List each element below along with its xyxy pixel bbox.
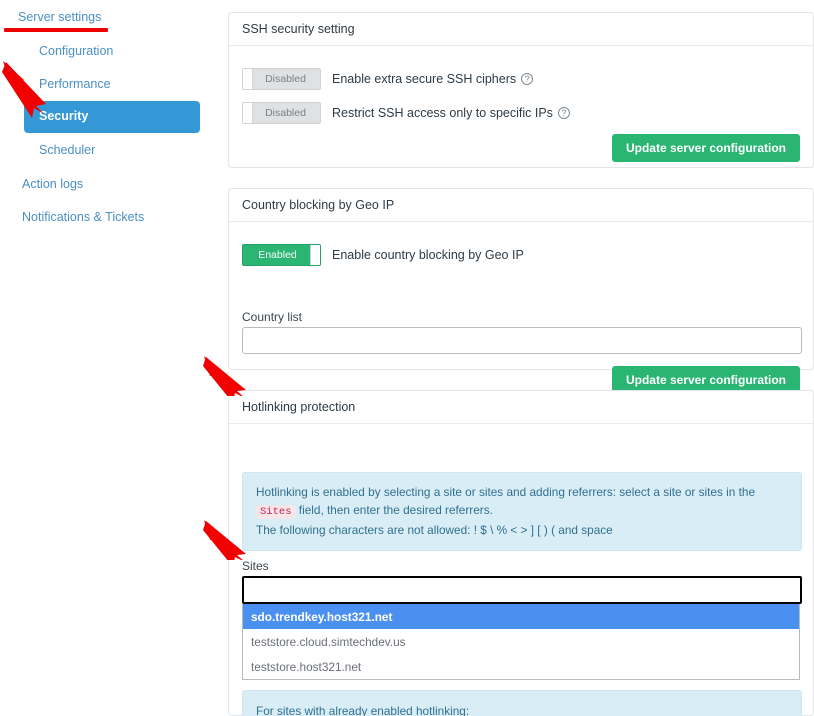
geoip-toggle-label: Enable country blocking by Geo IP <box>332 247 524 262</box>
sites-input[interactable] <box>242 576 802 604</box>
ssh-restrict-toggle-row: Disabled Restrict SSH access only to spe… <box>242 102 570 124</box>
page-root: Server settings Configuration Performanc… <box>0 0 814 716</box>
sidebar-item-performance[interactable]: Performance <box>39 78 111 91</box>
panel-header: Hotlinking protection <box>229 391 813 424</box>
sidebar-item-security[interactable]: Security <box>24 101 200 133</box>
sidebar-item-configuration[interactable]: Configuration <box>39 45 113 58</box>
sidebar-item-action-logs[interactable]: Action logs <box>22 178 83 191</box>
hotlinking-info-line1-before: Hotlinking is enabled by selecting a sit… <box>256 485 756 499</box>
hotlinking-info-top: Hotlinking is enabled by selecting a sit… <box>242 472 802 551</box>
sidebar-item-label: Scheduler <box>39 143 96 157</box>
panel-header: Country blocking by Geo IP <box>229 189 813 222</box>
sites-dropdown-list: sdo.trendkey.host321.net teststore.cloud… <box>242 604 800 680</box>
panel-hotlinking-protection: Hotlinking protection Hotlinking is enab… <box>228 390 814 716</box>
ssh-restrict-ip-caption: Restrict SSH access only to specific IPs… <box>332 107 570 120</box>
hotlinking-info-bottom-line1: For sites with already enabled hotlinkin… <box>256 704 470 716</box>
sidebar-item-label: Notifications & Tickets <box>22 210 145 224</box>
question-circle-icon[interactable]: ? <box>521 73 534 85</box>
geoip-enable-toggle[interactable]: Enabled <box>242 244 321 266</box>
toggle-state-label: Disabled <box>265 72 306 85</box>
panel-body: Enabled Enable country blocking by Geo I… <box>229 222 813 394</box>
hotlinking-info-bottom: For sites with already enabled hotlinkin… <box>242 690 802 716</box>
geoip-toggle-caption: Enable country blocking by Geo IP <box>332 249 524 262</box>
panel-title: SSH security setting <box>242 21 355 36</box>
list-item[interactable]: teststore.host321.net <box>243 654 799 679</box>
dropdown-option-label: teststore.host321.net <box>251 659 362 674</box>
panel-body: Disabled Enable extra secure SSH ciphers… <box>229 46 813 168</box>
ssh-cipher-toggle[interactable]: Disabled <box>242 68 321 90</box>
dropdown-option-label: sdo.trendkey.host321.net <box>251 609 393 624</box>
country-list-label: Country list <box>242 310 303 324</box>
annotation-underline-server-settings <box>4 28 108 32</box>
sidebar: Server settings Configuration Performanc… <box>0 0 216 716</box>
panel-title: Hotlinking protection <box>242 399 356 414</box>
hotlinking-info-line2: The following characters are not allowed… <box>256 523 613 537</box>
list-item[interactable]: sdo.trendkey.host321.net <box>243 604 799 629</box>
panel-header: SSH security setting <box>229 13 813 46</box>
hotlinking-info-line1-after: field, then enter the desired referrers. <box>298 503 493 517</box>
panel-country-blocking: Country blocking by Geo IP Enabled Enabl… <box>228 188 814 394</box>
question-circle-icon[interactable]: ? <box>557 107 570 119</box>
list-item[interactable]: teststore.cloud.simtechdev.us <box>243 629 799 654</box>
toggle-state-label: Enabled <box>258 248 297 261</box>
sidebar-item-label: Action logs <box>22 177 84 191</box>
geoip-toggle-row: Enabled Enable country blocking by Geo I… <box>242 244 524 266</box>
sidebar-item-notifications-tickets[interactable]: Notifications & Tickets <box>22 211 144 224</box>
ssh-cipher-caption: Enable extra secure SSH ciphers ? <box>332 71 534 86</box>
sidebar-item-label: Performance <box>39 77 111 91</box>
ssh-restrict-ip-label: Restrict SSH access only to specific IPs <box>332 105 553 120</box>
toggle-state-label: Disabled <box>265 106 306 119</box>
ssh-cipher-label: Enable extra secure SSH ciphers <box>332 71 517 86</box>
sites-label: Sites <box>242 559 269 573</box>
ssh-restrict-ip-toggle[interactable]: Disabled <box>242 102 321 124</box>
panel-body: Hotlinking is enabled by selecting a sit… <box>229 424 813 716</box>
sidebar-item-label: Security <box>39 109 89 123</box>
ssh-cipher-toggle-row: Disabled Enable extra secure SSH ciphers… <box>242 68 534 90</box>
sidebar-item-label: Server settings <box>18 10 102 24</box>
dropdown-option-label: teststore.cloud.simtechdev.us <box>251 634 406 649</box>
panel-ssh-security: SSH security setting Disabled Enable ext… <box>228 12 814 168</box>
sites-code-badge: Sites <box>256 505 296 519</box>
country-list-input[interactable] <box>242 327 802 354</box>
sidebar-item-scheduler[interactable]: Scheduler <box>39 144 95 157</box>
panel-title: Country blocking by Geo IP <box>242 197 395 212</box>
sidebar-item-server-settings[interactable]: Server settings <box>18 11 101 24</box>
ssh-update-server-configuration-button[interactable]: Update server configuration <box>611 134 800 162</box>
sidebar-item-label: Configuration <box>39 44 114 58</box>
